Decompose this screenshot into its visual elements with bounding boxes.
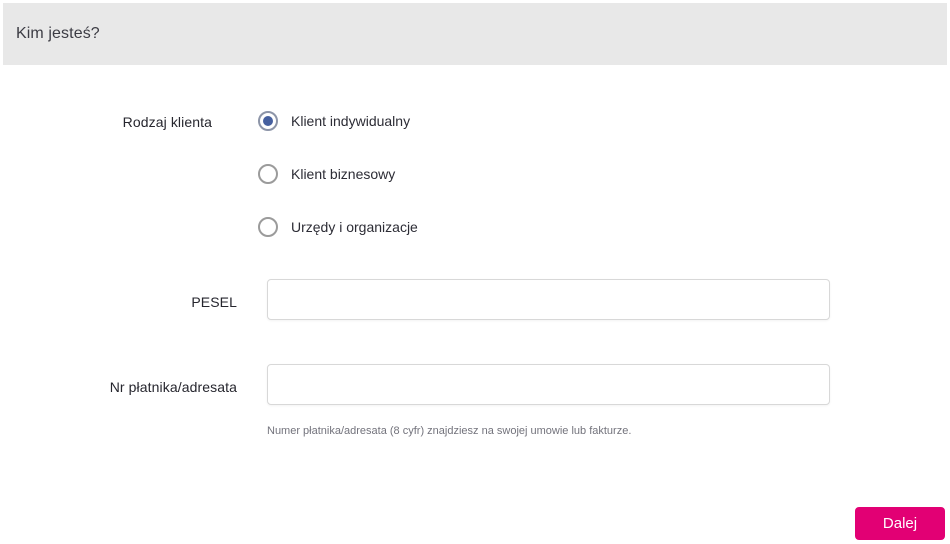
- radio-group-label: Rodzaj klienta: [122, 114, 212, 130]
- radio-button-business[interactable]: [258, 164, 278, 184]
- radio-option-organizations[interactable]: Urzędy i organizacje: [258, 217, 418, 237]
- radio-option-label: Klient indywidualny: [291, 113, 411, 129]
- page-header: Kim jesteś?: [3, 3, 947, 65]
- radio-option-individual[interactable]: Klient indywidualny: [258, 111, 418, 131]
- radio-button-organizations[interactable]: [258, 217, 278, 237]
- payer-number-input[interactable]: [267, 364, 830, 405]
- radio-option-label: Klient biznesowy: [291, 166, 396, 182]
- payer-number-helper-text: Numer płatnika/adresata (8 cyfr) znajdzi…: [267, 425, 632, 437]
- radio-option-label: Urzędy i organizacje: [291, 219, 418, 235]
- next-button[interactable]: Dalej: [855, 507, 945, 540]
- pesel-input[interactable]: [267, 279, 830, 320]
- page-title: Kim jesteś?: [16, 25, 100, 42]
- payer-number-label: Nr płatnika/adresata: [109, 379, 237, 395]
- radio-button-individual[interactable]: [258, 111, 278, 131]
- radio-option-business[interactable]: Klient biznesowy: [258, 164, 418, 184]
- customer-type-radio-group: Klient indywidualny Klient biznesowy Urz…: [258, 111, 418, 237]
- pesel-label: PESEL: [191, 294, 237, 310]
- who-are-you-form-page: Kim jesteś? Rodzaj klienta Klient indywi…: [0, 0, 950, 544]
